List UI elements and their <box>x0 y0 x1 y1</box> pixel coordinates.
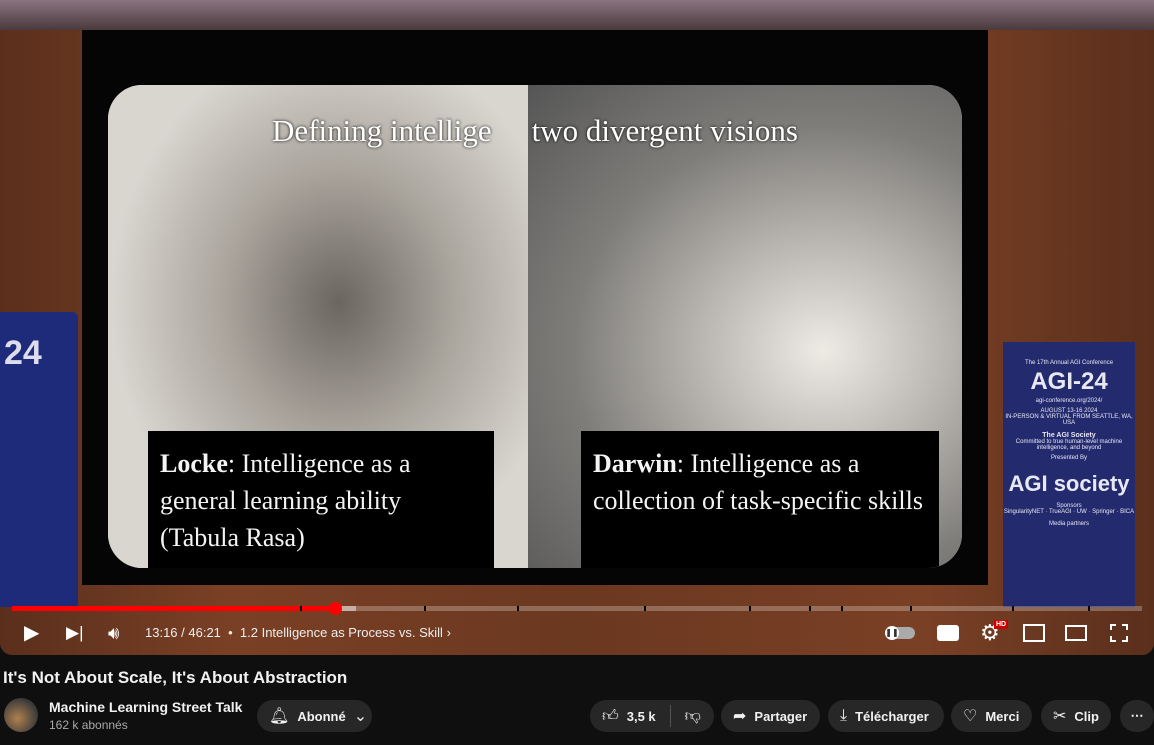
video-title: It's Not About Scale, It's About Abstrac… <box>3 668 348 687</box>
thumbs-down-icon[interactable]: 👎︎ <box>685 707 701 726</box>
subtitles-icon[interactable] <box>937 625 959 641</box>
chapter-marker <box>748 606 751 611</box>
hd-badge: HD <box>994 620 1009 629</box>
slide-title: Defining intellige two divergent visions <box>108 113 962 149</box>
volume-icon[interactable]: 🔊︎ <box>108 618 119 648</box>
more-actions-button[interactable]: ⋯ <box>1120 700 1154 732</box>
banner-media: Media partners <box>1048 521 1090 527</box>
thumbs-up-icon[interactable]: 👍︎ <box>602 707 619 726</box>
download-button[interactable]: ⤓ Télécharger <box>828 700 944 732</box>
chapter-marker <box>1087 606 1090 611</box>
fullscreen-icon[interactable] <box>1110 624 1128 642</box>
slide-title-right: two divergent visions <box>531 113 798 148</box>
scrubber-handle[interactable] <box>329 602 343 615</box>
channel-avatar[interactable] <box>4 698 38 732</box>
banner-tagline: Committed to true human-level machine in… <box>1015 439 1123 451</box>
more-icon: ⋯ <box>1130 708 1144 723</box>
subscribed-button[interactable]: 🔔︎ Abonné ⌄ <box>257 700 372 732</box>
agi-society-logo: AGI society <box>1008 471 1130 496</box>
autoplay-toggle[interactable]: ❚❚ <box>885 626 915 640</box>
subscriber-count: 162 k abonnés <box>49 718 128 732</box>
clip-button[interactable]: ✂ Clip <box>1041 700 1111 732</box>
thanks-button[interactable]: ♡ Merci <box>951 700 1032 732</box>
time-display: 13:16 / 46:21 • 1.2 Intelligence as Proc… <box>145 625 451 640</box>
thanks-label: Merci <box>985 708 1020 724</box>
scissors-icon: ✂ <box>1053 708 1067 725</box>
chapter-marker <box>841 606 844 611</box>
locke-caption: Locke: Intelligence as a general learnin… <box>148 431 494 568</box>
time-text: 13:16 / 46:21 <box>145 625 221 640</box>
subscribed-label: Abonné <box>297 708 346 724</box>
channel-name[interactable]: Machine Learning Street Talk <box>49 699 242 715</box>
video-player[interactable]: 24 Defining intellige two divergent visio… <box>0 0 1154 655</box>
left-banner-text: 24 <box>4 334 42 372</box>
chapter-title[interactable]: 1.2 Intelligence as Process vs. Skill <box>240 625 443 640</box>
darwin-name: Darwin <box>593 449 677 478</box>
player-controls: ▶ ▶| 🔊︎ 13:16 / 46:21 • 1.2 Intelligence… <box>0 618 1154 648</box>
like-count[interactable]: 3,5 k <box>627 709 656 724</box>
progress-bar[interactable] <box>12 602 1142 615</box>
slide-title-left: Defining intellige <box>272 113 492 148</box>
banner-location: IN-PERSON & VIRTUAL FROM SEATTLE, WA, US… <box>1005 414 1133 426</box>
share-icon: ➦ <box>733 708 747 725</box>
banner-url: agi-conference.org/2024/ <box>1035 398 1103 404</box>
chevron-down-icon: ⌄ <box>353 708 368 725</box>
settings-icon[interactable]: ⚙ HD <box>980 618 1009 648</box>
banner-society: The AGI Society <box>1042 432 1096 439</box>
chapter-marker <box>300 606 303 611</box>
darwin-caption: Darwin: Intelligence as a collection of … <box>581 431 939 568</box>
miniplayer-icon[interactable] <box>1023 624 1045 642</box>
theater-icon[interactable] <box>1065 625 1087 641</box>
next-icon[interactable]: ▶| <box>66 618 84 648</box>
like-dislike-group: 👍︎ 3,5 k 👎︎ <box>590 700 714 732</box>
chapter-marker <box>1012 606 1015 611</box>
presentation-slide: Defining intellige two divergent visions … <box>108 85 962 568</box>
share-button[interactable]: ➦ Partager <box>721 700 820 732</box>
banner-presented: Presented By <box>1050 455 1088 461</box>
bell-icon: 🔔︎ <box>269 708 290 725</box>
chapter-marker <box>910 606 913 611</box>
stage-ceiling <box>0 0 1154 30</box>
heart-dollar-icon: ♡ <box>963 708 978 725</box>
banner-sponsor-list: SingularityNET · TrueAGI · UW · Springer… <box>1003 509 1135 515</box>
clip-label: Clip <box>1074 708 1099 724</box>
chapter-marker <box>424 606 427 611</box>
chapter-marker <box>808 606 811 611</box>
locke-name: Locke <box>160 449 228 478</box>
left-banner: 24 <box>0 312 78 607</box>
share-label: Partager <box>754 708 808 724</box>
download-label: Télécharger <box>855 708 929 724</box>
agi-banner: The 17th Annual AGI Conference AGI-24 ag… <box>1003 342 1135 607</box>
played-bar <box>12 606 336 611</box>
download-icon: ⤓ <box>840 707 848 724</box>
banner-title: AGI-24 <box>1030 368 1108 395</box>
chapter-marker <box>643 606 646 611</box>
play-icon[interactable]: ▶ <box>24 618 39 648</box>
banner-line: The 17th Annual AGI Conference <box>1024 360 1114 366</box>
chapter-marker <box>517 606 520 611</box>
